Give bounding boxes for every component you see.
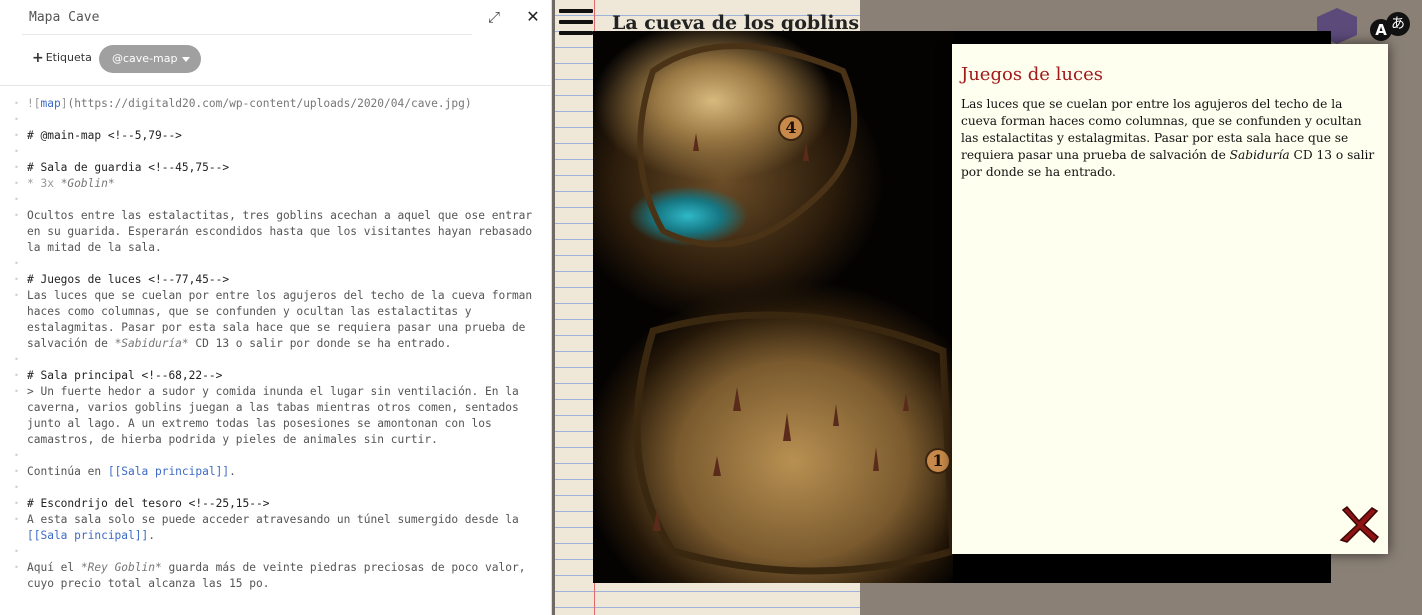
editor-line[interactable]: [[Sala principal]]. [0, 528, 551, 544]
editor-line[interactable]: # Sala principal <!--68,22--> [0, 368, 551, 384]
editor-text: (https://digitald20.com/wp-content/uploa… [67, 97, 472, 110]
editor-line[interactable]: ![map](https://digitald20.com/wp-content… [0, 96, 551, 112]
hamburger-menu-icon[interactable] [559, 9, 593, 37]
editor-line[interactable] [0, 144, 551, 160]
room-popup: Juegos de luces Las luces que se cuelan … [952, 44, 1388, 554]
translate-b-glyph: あ [1386, 12, 1410, 36]
tag-dropdown[interactable]: @cave-map [99, 45, 201, 73]
editor-line[interactable]: Continúa en [[Sala principal]]. [0, 464, 551, 480]
editor-line[interactable]: # Juegos de luces <!--77,45--> [0, 272, 551, 288]
editor-text: *Rey Goblin* [80, 561, 162, 574]
add-tag-button[interactable]: + Etiqueta [32, 50, 92, 66]
editor-text: # Escondrijo del tesoro <!--25,15--> [27, 497, 270, 510]
editor-text: Las luces que se cuelan por entre los ag… [27, 289, 533, 302]
translate-icon[interactable]: A あ [1370, 12, 1412, 42]
popup-text-emphasis: Sabiduría [1229, 148, 1290, 162]
editor-text: en su guarida. Esperarán escondidos hast… [27, 225, 533, 238]
editor-line[interactable]: la mitad de la sala. [0, 240, 551, 256]
editor-text: camastros, de hierba podrida y pieles de… [27, 433, 438, 446]
editor-line[interactable]: # @main-map <!--5,79--> [0, 128, 551, 144]
cave-map-texture [633, 43, 953, 575]
caret-down-icon [182, 57, 190, 62]
editor-text: *Goblin* [60, 177, 115, 190]
editor-line[interactable]: > Un fuerte hedor a sudor y comida inund… [0, 384, 551, 400]
wiki-link[interactable]: [[Sala principal]] [27, 529, 148, 542]
wiki-link[interactable]: [[Sala principal]] [108, 465, 229, 478]
close-icon[interactable] [1337, 504, 1381, 546]
editor-line[interactable]: * 3x *Goblin* [0, 176, 551, 192]
editor-text: # Juegos de luces <!--77,45--> [27, 273, 230, 286]
editor-line[interactable] [0, 256, 551, 272]
editor-line[interactable] [0, 544, 551, 560]
map-marker[interactable]: 4 [778, 115, 804, 141]
editor-text: caverna, varios goblins juegan a las tab… [27, 401, 519, 414]
note-editor-panel: Mapa Cave ⤢ ✕ +Etiqueta @cave-map ![map]… [0, 0, 552, 615]
editor-text: la mitad de la sala. [27, 241, 162, 254]
editor-text: junto al lago. A un extremo todas las po… [27, 417, 492, 430]
editor-text: Aquí el [27, 561, 81, 574]
editor-text: CD 13 o salir por donde se ha entrado. [188, 337, 452, 350]
editor-text: *Sabiduría* [114, 337, 189, 350]
tag-label: @cave-map [112, 52, 178, 65]
add-tag-label: Etiqueta [45, 51, 92, 64]
editor-line[interactable] [0, 480, 551, 496]
editor-line[interactable]: en su guarida. Esperarán escondidos hast… [0, 224, 551, 240]
editor-line[interactable]: estalagmitas. Pasar por esta sala hace q… [0, 320, 551, 336]
editor-line[interactable]: camastros, de hierba podrida y pieles de… [0, 432, 551, 448]
editor-line[interactable] [0, 352, 551, 368]
editor-text: Ocultos entre las estalactitas, tres gob… [27, 209, 533, 222]
editor-line[interactable]: Ocultos entre las estalactitas, tres gob… [0, 208, 551, 224]
editor-text: * 3x [27, 177, 61, 190]
editor-line[interactable]: # Sala de guardia <!--45,75--> [0, 160, 551, 176]
editor-line[interactable]: A esta sala solo se puede acceder atrave… [0, 512, 551, 528]
editor-text: guarda más de veinte piedras preciosas d… [161, 561, 526, 574]
editor-line[interactable]: Las luces que se cuelan por entre los ag… [0, 288, 551, 304]
map-marker[interactable]: 1 [925, 448, 951, 474]
editor-line[interactable] [0, 448, 551, 464]
markdown-editor[interactable]: ![map](https://digitald20.com/wp-content… [0, 96, 551, 592]
note-title-input[interactable]: Mapa Cave [22, 4, 472, 35]
wiki-link[interactable]: map [40, 97, 60, 110]
popup-text: Las luces que se cuelan por entre los ag… [961, 96, 1381, 181]
editor-text: . [229, 465, 236, 478]
editor-line[interactable]: junto al lago. A un extremo todas las po… [0, 416, 551, 432]
editor-line[interactable]: cuyo precio total alcanza las 15 po. [0, 576, 551, 592]
editor-line[interactable]: # Escondrijo del tesoro <!--25,15--> [0, 496, 551, 512]
editor-line[interactable] [0, 192, 551, 208]
editor-text: # Sala principal <!--68,22--> [27, 369, 223, 382]
cave-map-image [593, 31, 953, 583]
editor-header: Mapa Cave ⤢ ✕ + Etiqueta @cave-map [0, 0, 551, 86]
editor-line[interactable]: salvación de *Sabiduría* CD 13 o salir p… [0, 336, 551, 352]
expand-icon[interactable]: ⤢ [486, 9, 502, 25]
editor-text: Continúa en [27, 465, 108, 478]
editor-line[interactable]: haces como columnas, que se confunden y … [0, 304, 551, 320]
editor-text: . [148, 529, 155, 542]
editor-text: estalagmitas. Pasar por esta sala hace q… [27, 321, 526, 334]
editor-text: # Sala de guardia <!--45,75--> [27, 161, 230, 174]
editor-text: # @main-map <!--5,79--> [27, 129, 182, 142]
editor-text: salvación de [27, 337, 115, 350]
editor-line[interactable]: caverna, varios goblins juegan a las tab… [0, 400, 551, 416]
plus-icon: + [32, 50, 44, 66]
editor-line[interactable]: Aquí el *Rey Goblin* guarda más de veint… [0, 560, 551, 576]
editor-text: > Un fuerte hedor a sudor y comida inund… [27, 385, 519, 398]
editor-line[interactable] [0, 112, 551, 128]
editor-text: cuyo precio total alcanza las 15 po. [27, 577, 270, 590]
editor-text: ![ [27, 97, 41, 110]
popup-title: Juegos de luces [961, 64, 1103, 85]
close-icon[interactable]: ✕ [524, 8, 542, 26]
editor-text: A esta sala solo se puede acceder atrave… [27, 513, 519, 526]
editor-text: haces como columnas, que se confunden y … [27, 305, 472, 318]
